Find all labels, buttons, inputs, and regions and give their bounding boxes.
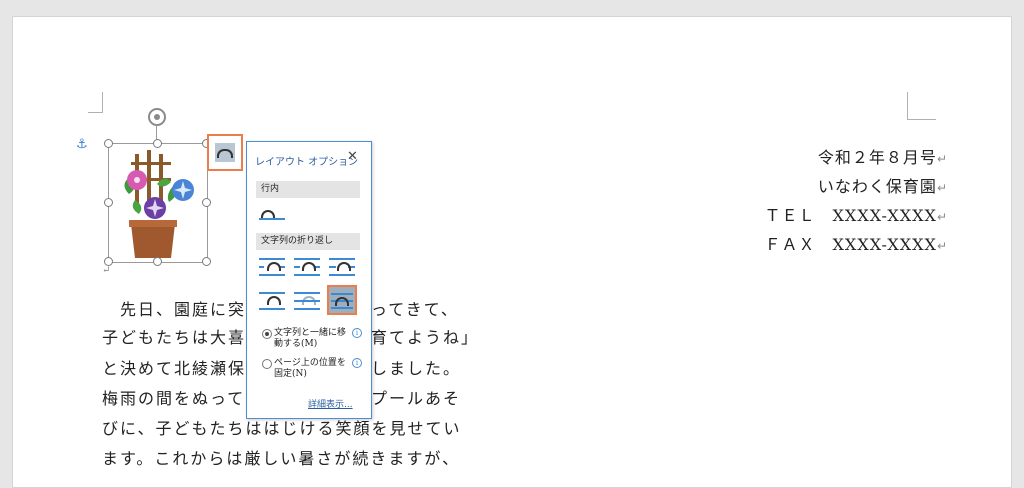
info-icon[interactable]: i (352, 358, 362, 368)
inline-with-text-icon[interactable] (259, 204, 285, 226)
section-wrap: 文字列の折り返し (256, 233, 360, 250)
behind-text-icon[interactable] (294, 290, 320, 312)
body-line-2[interactable]: 子どもたちは大喜 (102, 324, 246, 348)
layout-options-icon (215, 143, 235, 162)
wrap-top-bottom-icon[interactable] (259, 290, 285, 312)
margin-corner-right (907, 92, 936, 120)
close-icon[interactable]: ✕ (347, 149, 358, 164)
panel-title: レイアウト オプション (255, 157, 359, 168)
morning-glory-image[interactable] (109, 144, 207, 262)
anchor-icon: ⚓ (76, 137, 88, 152)
body-line-3[interactable]: と決めて北綾瀬保 (102, 355, 246, 379)
fix-position-radio[interactable] (262, 359, 272, 369)
wrap-square-icon[interactable] (259, 256, 285, 278)
in-front-of-text-icon[interactable] (327, 285, 357, 315)
rotate-handle-icon[interactable] (148, 108, 166, 126)
body-line-2-right[interactable]: 育てようね」 (371, 324, 479, 348)
wrap-through-icon[interactable] (329, 256, 355, 278)
body-line-6[interactable]: ます。これからは厳しい暑さが続きますが、 (102, 445, 460, 469)
resize-handle-n[interactable] (153, 139, 162, 148)
wrap-tight-icon[interactable] (294, 256, 320, 278)
section-inline: 行内 (256, 181, 360, 198)
see-more-link[interactable]: 詳細表示... (308, 397, 353, 410)
address-tel[interactable]: ＴＥＬ XXXX-XXXX↵ (765, 202, 948, 226)
resize-handle-e[interactable] (202, 198, 211, 207)
resize-handle-nw[interactable] (104, 139, 113, 148)
paragraph-mark: ↵ (102, 265, 111, 276)
body-line-4[interactable]: 梅雨の間をぬって (102, 385, 245, 409)
body-line-3-right[interactable]: しました。 (371, 355, 461, 379)
body-line-1-right[interactable]: ってきて、 (371, 296, 459, 320)
resize-handle-se[interactable] (202, 257, 211, 266)
picture-selection-frame[interactable] (108, 143, 208, 263)
resize-handle-s[interactable] (153, 257, 162, 266)
body-line-4-right[interactable]: プールあそ (371, 385, 461, 409)
address-fax[interactable]: ＦＡＸ XXXX-XXXX↵ (765, 231, 948, 255)
fix-position-label[interactable]: ページ上の位置を 固定(N) (274, 358, 346, 380)
body-line-1[interactable]: 先日、園庭に突 (120, 296, 246, 320)
address-date[interactable]: 令和２年８月号↵ (818, 144, 948, 168)
info-icon[interactable]: i (352, 328, 362, 338)
wrap-glyph-icon (217, 149, 233, 158)
layout-options-button[interactable] (207, 134, 243, 171)
move-with-text-label[interactable]: 文字列と一緒に移 動する(M) (274, 328, 346, 350)
address-school[interactable]: いなわく保育園↵ (818, 173, 948, 197)
resize-handle-w[interactable] (104, 198, 113, 207)
move-with-text-radio[interactable] (262, 329, 272, 339)
margin-corner-left (88, 92, 103, 113)
